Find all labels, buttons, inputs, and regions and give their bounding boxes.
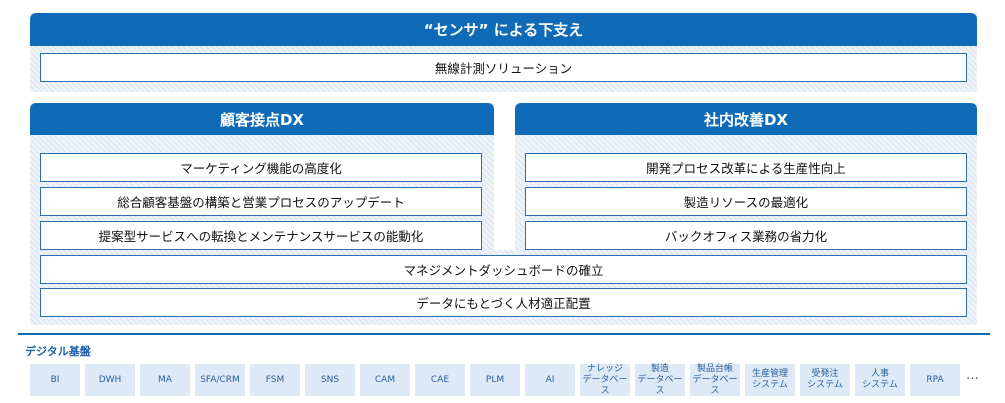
sensor-panel: “センサ” による下支え 無線計測ソリューション <box>30 13 977 92</box>
digital-base-chip: RPA <box>910 364 960 396</box>
digital-base-chip: CAE <box>415 364 465 396</box>
shared-panel: マネジメントダッシュボードの確立 データにもとづく人材適正配置 <box>30 250 977 325</box>
shared-item: マネジメントダッシュボードの確立 <box>40 255 967 284</box>
shared-item: データにもとづく人材適正配置 <box>40 288 967 317</box>
section-divider <box>18 333 990 335</box>
internal-dx-item: 開発プロセス改革による生産性向上 <box>525 153 967 182</box>
digital-base-chip: BI <box>30 364 80 396</box>
customer-dx-item: 提案型サービスへの転換とメンテナンスサービスの能動化 <box>40 221 482 250</box>
digital-base-chip: ナレッジ データベース <box>580 364 630 396</box>
digital-base-label: デジタル基盤 <box>25 345 91 358</box>
digital-base-chip: 製造 データベース <box>635 364 685 396</box>
digital-base-chip: 受発注 システム <box>800 364 850 396</box>
digital-base-chip: SFA/CRM <box>195 364 245 396</box>
digital-base-chip: DWH <box>85 364 135 396</box>
customer-dx-item: 総合顧客基盤の構築と営業プロセスのアップデート <box>40 187 482 216</box>
internal-dx-item: 製造リソースの最適化 <box>525 187 967 216</box>
digital-base-chip: CAM <box>360 364 410 396</box>
internal-dx-header: 社内改善DX <box>515 103 977 135</box>
digital-base-chip: MA <box>140 364 190 396</box>
internal-dx-item: バックオフィス業務の省力化 <box>525 221 967 250</box>
digital-base-chip: AI <box>525 364 575 396</box>
more-ellipsis: … <box>966 368 979 383</box>
digital-base-chip: 製品台帳 データベース <box>690 364 740 396</box>
customer-dx-item: マーケティング機能の高度化 <box>40 153 482 182</box>
customer-dx-header: 顧客接点DX <box>30 103 494 135</box>
digital-base-chip: FSM <box>250 364 300 396</box>
digital-base-chip: PLM <box>470 364 520 396</box>
digital-base-chip: 人事 システム <box>855 364 905 396</box>
sensor-header: “センサ” による下支え <box>30 13 977 46</box>
digital-base-chip: 生産管理 システム <box>745 364 795 396</box>
digital-base-chip: SNS <box>305 364 355 396</box>
sensor-solution-box: 無線計測ソリューション <box>40 53 967 82</box>
